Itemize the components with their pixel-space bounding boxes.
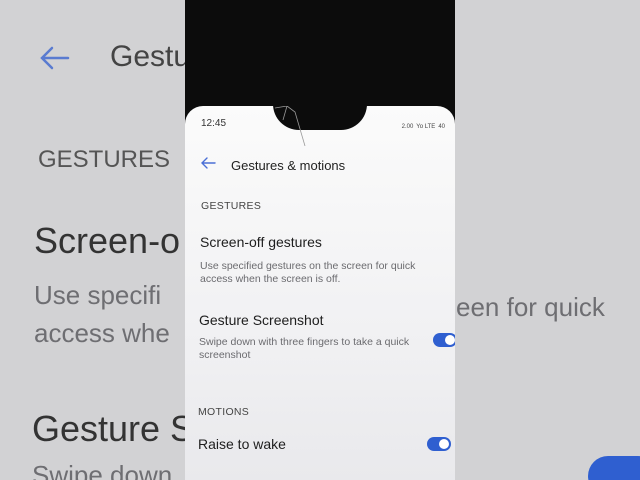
back-arrow-icon[interactable] <box>199 156 217 170</box>
item-title: Screen-off gestures <box>200 234 322 250</box>
status-time: 12:45 <box>201 118 227 129</box>
bg-desc1c: een for quick <box>456 292 605 322</box>
bg-toggle <box>588 456 640 480</box>
bg-title: Gestu <box>110 40 191 73</box>
bg-desc2: Swipe down <box>32 460 173 480</box>
raise-to-wake-toggle[interactable] <box>427 437 451 451</box>
settings-screen: 12:45 2.00 Yo LTE 40 Gestures & motions … <box>185 104 455 480</box>
section-gestures: GESTURES <box>201 200 262 212</box>
back-arrow-icon <box>40 46 70 70</box>
network-indicator: Yo LTE <box>416 124 436 130</box>
phone-frame: 12:45 2.00 Yo LTE 40 Gestures & motions … <box>185 0 455 480</box>
bg-section: GESTURES <box>38 146 171 173</box>
screen-crack <box>274 106 306 146</box>
item-description: Use specified gestures on the screen for… <box>200 260 416 285</box>
gesture-screenshot-toggle[interactable] <box>433 333 455 347</box>
bg-item1: Screen-o <box>34 220 181 261</box>
bg-item2: Gesture S <box>32 408 195 449</box>
bg-desc1a: Use specifi <box>34 280 162 310</box>
net-speed: 2.00 <box>401 124 414 130</box>
item-title: Gesture Screenshot <box>199 312 324 328</box>
item-title: Raise to wake <box>198 436 286 452</box>
status-icons: 2.00 Yo LTE 40 <box>402 124 445 130</box>
section-motions: MOTIONS <box>198 406 250 418</box>
page-title: Gestures & motions <box>231 158 346 173</box>
item-description: Swipe down with three fingers to take a … <box>199 336 410 361</box>
bg-desc1b: access whe <box>34 318 170 348</box>
battery-indicator: 40 <box>438 124 445 130</box>
